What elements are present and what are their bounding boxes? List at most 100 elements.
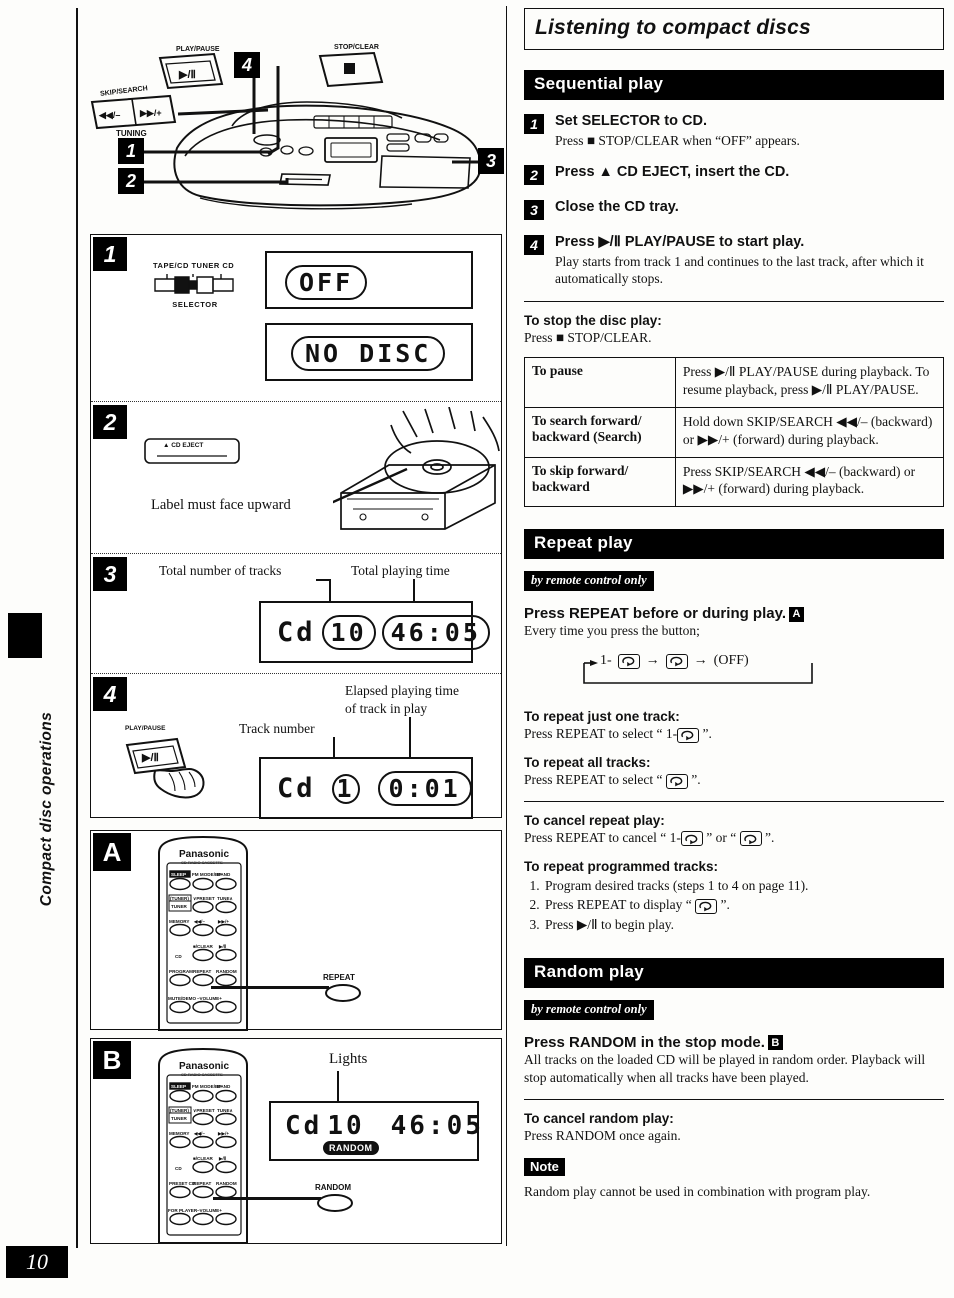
lcd-total-tracks: 10	[321, 615, 376, 650]
repeat-lead: Press REPEAT before or during play. A	[524, 605, 944, 622]
stop-disc-heading: To stop the disc play:	[524, 312, 662, 328]
step4-button-label: PLAY/PAUSE	[125, 725, 166, 732]
svg-text:FOR PLAYER: FOR PLAYER	[168, 1208, 198, 1213]
svg-text:▶▶/+: ▶▶/+	[139, 108, 162, 118]
panel-b-leader	[213, 1197, 321, 1200]
divider-after-steps	[524, 300, 944, 302]
panel-a-leader	[211, 986, 329, 989]
table-cell-instruction: Press ▶/Ⅱ PLAY/PAUSE during playback. To…	[674, 356, 945, 408]
repeat-all-icon-prog	[695, 898, 718, 914]
repeat-lead-badge: A	[789, 606, 805, 622]
note-text: Random play cannot be used in combinatio…	[524, 1184, 871, 1200]
illustration-column: ▶/Ⅱ ◀◀/– ▶▶/+ PLAY/PAUSE STOP/CLEAR SKIP…	[76, 8, 506, 1248]
svg-text:TUNE∧: TUNE∧	[217, 896, 234, 901]
lcd-display-random: Cd 10 46:05 RANDOM	[269, 1101, 481, 1161]
svg-text:▶▶/+: ▶▶/+	[217, 1131, 229, 1136]
table-cell-instruction: Hold down SKIP/SEARCH ◀◀/– (backward) or…	[674, 406, 945, 458]
svg-text:▶▶/+: ▶▶/+	[217, 919, 229, 924]
lcd-random-time: 46:05	[390, 1111, 484, 1141]
repeat-all-pre: Press REPEAT to select “	[524, 772, 666, 788]
svg-text:◀◀/–: ◀◀/–	[193, 1131, 205, 1136]
repeat-cycle-diagram: 1- → → (OFF)	[524, 649, 944, 695]
play-pause-hand-art: ▶/Ⅱ PLAY/PAUSE	[119, 725, 229, 812]
page-number: 10	[6, 1246, 68, 1278]
label-total-tracks: Total number of tracks	[159, 563, 282, 578]
lcd-display-off: OFF	[265, 251, 473, 309]
svg-text:◀◀/–: ◀◀/–	[98, 110, 120, 120]
panel-b-callout-label: RANDOM	[315, 1183, 351, 1192]
manual-page: Compact disc operations 10 ▶/Ⅱ ◀◀/– ▶▶/+…	[0, 0, 954, 1298]
step-number: 4	[524, 234, 544, 255]
step-detail: Play starts from track 1 and continues t…	[555, 253, 924, 287]
svg-text:MEMORY: MEMORY	[169, 1131, 190, 1136]
panel-separator-3	[91, 673, 501, 674]
panel-separator-1	[91, 401, 501, 402]
remote-a-art: Panasonic CD RADIO CASSETTE SLEEP FM MOD…	[145, 835, 265, 1036]
repeat-one-icon-cancel	[680, 831, 703, 847]
table-cell-action: To skip forward/ backward	[524, 456, 676, 508]
panel-separator-2	[91, 553, 501, 554]
page-title: Listening to compact discs	[535, 16, 811, 39]
svg-text:▶/Ⅱ: ▶/Ⅱ	[141, 752, 159, 764]
svg-text:PROGRAM: PROGRAM	[169, 969, 193, 974]
repeat-one-heading: To repeat just one track:	[524, 709, 680, 725]
steps-illustration-box: 1 TAPE/CD TUNER CD SELECTOR OFF NO DISC …	[90, 234, 503, 819]
cd-tray-illustration	[330, 406, 503, 542]
divider-before-cancel-repeat	[524, 800, 944, 802]
selector-switch-svg	[154, 274, 234, 294]
repeat-all-text: Press REPEAT to select “ ”.	[524, 771, 944, 789]
panel-a-callout-label: REPEAT	[323, 973, 355, 982]
section-heading-random: Random play	[524, 957, 944, 988]
repeat-remote-only-tag: by remote control only	[524, 571, 654, 592]
repeat-one-pre: Press REPEAT to select “ 1-	[524, 726, 678, 742]
svg-text:MUTE/DEMO: MUTE/DEMO	[168, 996, 196, 1001]
repeat-all-heading: To repeat all tracks:	[524, 755, 651, 771]
lcd-playing-time: 0:01	[377, 771, 472, 806]
lcd-display-total: Cd 10 46:05	[259, 601, 490, 663]
panel-b-badge: B	[93, 1041, 131, 1079]
stop-disc-text: Press ■ STOP/CLEAR.	[524, 329, 652, 345]
svg-text:▶/Ⅱ: ▶/Ⅱ	[218, 943, 227, 949]
lcd-total-prefix: Cd	[277, 617, 316, 648]
hero-label-stop-clear: STOP/CLEAR	[334, 44, 379, 51]
label-total-time: Total playing time	[351, 563, 450, 578]
step-number: 1	[524, 114, 544, 134]
cancel-random-text: Press RANDOM once again.	[524, 1127, 681, 1143]
cd-eject-label: ▲ CD EJECT	[163, 442, 204, 449]
hero-callout-2: 2	[118, 168, 144, 194]
svg-text:∨PRESET: ∨PRESET	[193, 1108, 215, 1113]
svg-text:CD RADIO CASSETTE: CD RADIO CASSETTE	[181, 860, 223, 865]
lcd-off-text: OFF	[285, 265, 368, 300]
repeat-one-text: Press REPEAT to select “ 1- ”.	[524, 725, 944, 743]
panel-b-callout-button: RANDOM	[315, 1183, 355, 1217]
svg-text:RANDOM: RANDOM	[216, 1181, 237, 1186]
section-heading-repeat: Repeat play	[524, 529, 944, 560]
cycle-arrow-2: →	[693, 653, 708, 669]
repeat-all-post: ”.	[687, 772, 701, 788]
svg-text:BAND: BAND	[217, 1084, 231, 1089]
step-title: Close the CD tray.	[555, 198, 679, 215]
cancel-random-heading: To cancel random play:	[524, 1110, 674, 1126]
svg-text:SLEEP: SLEEP	[171, 872, 186, 877]
svg-text:CD RADIO CASSETTE: CD RADIO CASSETTE	[181, 1072, 223, 1077]
random-remote-only-tag: by remote control only	[524, 999, 654, 1020]
cycle-first-label: 1-	[600, 653, 612, 669]
repeat-one-icon-inline	[677, 727, 700, 743]
hero-label-play-pause: PLAY/PAUSE	[176, 46, 220, 53]
svg-text:Panasonic: Panasonic	[179, 1061, 229, 1072]
lcd-playing-prefix: Cd	[277, 773, 316, 804]
panel-b-lights-label: Lights	[329, 1051, 368, 1067]
hero-callout-1: 1	[118, 138, 144, 164]
panel-a-box: A Panasonic CD RADIO CASSETTE SLEEP FM M…	[90, 830, 502, 1032]
repeat-lead-sub: Every time you press the button;	[524, 623, 700, 639]
hero-callout-3: 3	[478, 148, 504, 174]
section-heading-sequential: Sequential play	[524, 70, 944, 100]
step-number: 2	[524, 164, 544, 185]
page-title-box: Listening to compact discs	[524, 8, 944, 50]
svg-text:TUNE∧: TUNE∧	[217, 1108, 234, 1113]
cancel-repeat-mid: ” or “	[702, 829, 740, 845]
svg-text:RANDOM: RANDOM	[216, 969, 237, 974]
column-divider	[506, 6, 507, 1246]
selector-positions-label: TAPE/CD TUNER CD	[153, 261, 235, 270]
lcd-nodisc-text: NO DISC	[291, 336, 446, 371]
